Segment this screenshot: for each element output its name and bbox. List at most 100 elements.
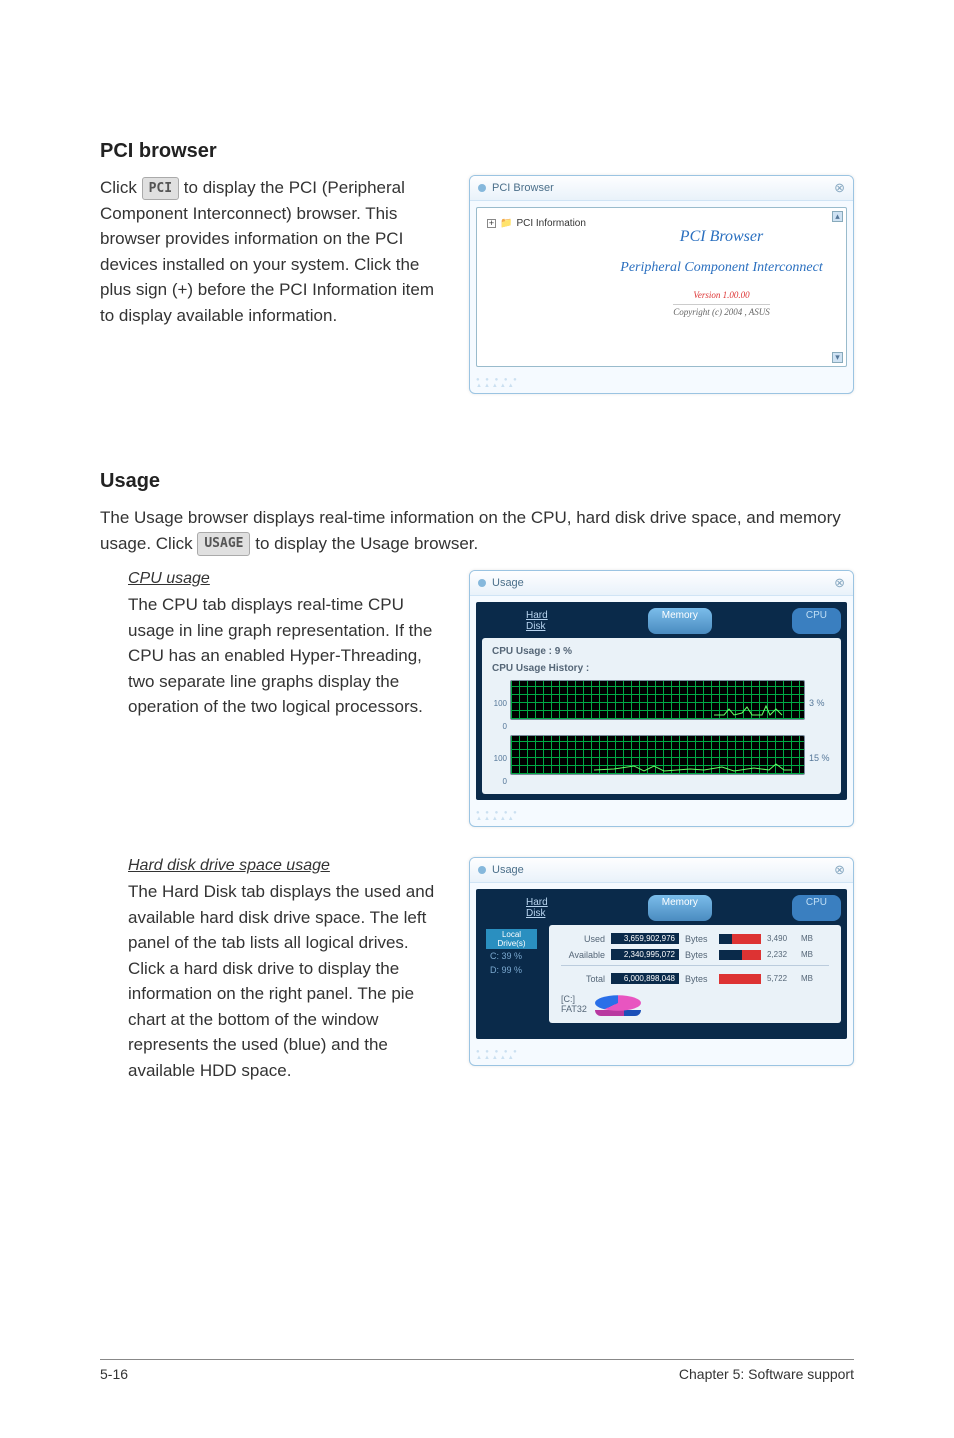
wave-icon <box>714 703 784 717</box>
close-icon[interactable]: ⊗ <box>834 180 845 196</box>
pci-window-body: ▴ ▾ + 📁 PCI Information PCI Browser Peri… <box>476 207 847 367</box>
pci-window-titlebar: PCI Browser ⊗ <box>470 176 853 201</box>
folder-icon: 📁 <box>500 218 512 229</box>
hdd-subhead: Hard disk drive space usage <box>128 857 449 875</box>
cpu-pct-2: 15 % <box>805 753 831 763</box>
chapter-label: Chapter 5: Software support <box>679 1366 854 1382</box>
cpu-screenshot-col: Usage ⊗ Hard Disk Memory CPU CPU Usage :… <box>469 570 854 827</box>
pci-body-para: Click PCI to display the PCI (Peripheral… <box>100 175 449 328</box>
tab-harddisk[interactable]: Hard Disk <box>512 608 568 634</box>
window-icon <box>478 184 486 192</box>
cpu-text-col: CPU usage The CPU tab displays real-time… <box>100 570 449 827</box>
hdd-window: Usage ⊗ Hard Disk Memory CPU Local Drive… <box>469 857 854 1066</box>
close-icon[interactable]: ⊗ <box>834 862 845 878</box>
pci-inline-button[interactable]: PCI <box>142 177 179 201</box>
close-icon[interactable]: ⊗ <box>834 575 845 591</box>
scroll-up-icon[interactable]: ▴ <box>832 211 843 222</box>
usage-heading: Usage <box>100 470 854 493</box>
cpu-graph-row-1: 100 3 % <box>492 680 831 726</box>
window-footer-dots: ● ● ● ● ●▲▲▲▲▲ <box>470 806 853 826</box>
pci-row: Click PCI to display the PCI (Peripheral… <box>100 175 854 394</box>
total-bar <box>719 974 761 984</box>
pci-version: Version 1.00.00 <box>607 290 836 300</box>
hdd-body: The Hard Disk tab displays the used and … <box>128 879 449 1083</box>
used-label: Used <box>561 934 605 944</box>
pci-tree-root[interactable]: + 📁 PCI Information <box>487 218 607 229</box>
pci-main-panel: PCI Browser Peripheral Component Interco… <box>607 218 836 356</box>
usage-inline-button[interactable]: USAGE <box>197 532 250 556</box>
used-bytes: 3,659,902,976 <box>611 933 679 944</box>
total-label: Total <box>561 974 605 984</box>
tab-memory[interactable]: Memory <box>648 895 712 921</box>
cpu-pct-1: 3 % <box>805 698 831 708</box>
pci-copyright: Copyright (c) 2004 , ASUS <box>673 304 770 317</box>
tab-cpu[interactable]: CPU <box>792 895 841 921</box>
pci-tree-sidebar: + 📁 PCI Information <box>487 218 607 356</box>
scroll-down-icon[interactable]: ▾ <box>832 352 843 363</box>
pci-window: PCI Browser ⊗ ▴ ▾ + 📁 PCI Information PC… <box>469 175 854 394</box>
pci-tree-label: PCI Information <box>516 218 585 229</box>
pie-fs: FAT32 <box>561 1004 587 1014</box>
tab-memory[interactable]: Memory <box>648 608 712 634</box>
used-bar <box>719 934 761 944</box>
wave-icon <box>594 758 794 772</box>
cpu-window-title: Usage <box>492 577 524 589</box>
pci-heading: PCI browser <box>100 140 854 163</box>
drive-list-header: Local Drive(s) <box>486 929 537 949</box>
pie-side <box>595 1010 641 1016</box>
usage-intro-2: to display the Usage browser. <box>255 534 478 553</box>
used-bytes-unit: Bytes <box>685 934 713 944</box>
tab-harddisk[interactable]: Hard Disk <box>512 895 568 921</box>
cpu-body: The CPU tab displays real-time CPU usage… <box>128 592 449 720</box>
total-mb: 5,722 <box>767 974 795 983</box>
drive-d[interactable]: D: 99 % <box>486 963 537 977</box>
pie-row: [C:] FAT32 <box>561 989 829 1019</box>
total-bytes-unit: Bytes <box>685 974 713 984</box>
tab-cpu[interactable]: CPU <box>792 608 841 634</box>
expand-icon[interactable]: + <box>487 219 496 228</box>
click-word: Click <box>100 178 137 197</box>
total-bar-fill <box>719 974 761 984</box>
used-mb-unit: MB <box>801 934 829 943</box>
pci-window-title: PCI Browser <box>492 182 554 194</box>
pci-text-col: Click PCI to display the PCI (Peripheral… <box>100 175 449 394</box>
cpu-history-label: CPU Usage History : <box>492 663 831 674</box>
avail-label: Available <box>561 950 605 960</box>
axis-top-2: 100 <box>492 754 510 763</box>
pci-splash-title: PCI Browser <box>607 228 836 246</box>
usage-intro: The Usage browser displays real-time inf… <box>100 505 854 556</box>
used-mb: 3,490 <box>767 934 795 943</box>
row-total: Total 6,000,898,048 Bytes 5,722 MB <box>561 973 829 984</box>
drive-c[interactable]: C: 39 % <box>486 949 537 963</box>
window-icon <box>478 579 486 587</box>
axis-bot-row-2: 0 <box>492 777 831 786</box>
cpu-graph-2 <box>510 735 805 775</box>
avail-bar <box>719 950 761 960</box>
pie-drive: [C:] <box>561 994 587 1004</box>
row-available: Available 2,340,995,072 Bytes 2,232 MB <box>561 949 829 960</box>
pie-chart <box>595 989 641 1019</box>
hdd-window-titlebar: Usage ⊗ <box>470 858 853 883</box>
hdd-screenshot-col: Usage ⊗ Hard Disk Memory CPU Local Drive… <box>469 857 854 1091</box>
cpu-inner-panel: CPU Usage : 9 % CPU Usage History : 100 … <box>482 638 841 794</box>
used-bar-fill <box>732 934 761 944</box>
axis-bot-row-1: 0 <box>492 722 831 731</box>
axis-bot-1: 0 <box>492 722 510 731</box>
page-footer: 5-16 Chapter 5: Software support <box>100 1359 854 1382</box>
window-footer-dots: ● ● ● ● ●▲▲▲▲▲ <box>470 1045 853 1065</box>
hdd-window-title: Usage <box>492 864 524 876</box>
cpu-window-body: Hard Disk Memory CPU CPU Usage : 9 % CPU… <box>476 602 847 800</box>
tabs: Hard Disk Memory CPU <box>482 895 841 921</box>
avail-bar-fill <box>742 950 761 960</box>
tabs: Hard Disk Memory CPU <box>482 608 841 634</box>
axis-bot-2: 0 <box>492 777 510 786</box>
hdd-inner-body: Local Drive(s) C: 39 % D: 99 % Used 3,65… <box>482 925 841 1023</box>
hdd-text-col: Hard disk drive space usage The Hard Dis… <box>100 857 449 1091</box>
axis-top-1: 100 <box>492 699 510 708</box>
avail-mb: 2,232 <box>767 950 795 959</box>
window-footer-dots: ● ● ● ● ●▲▲▲▲▲ <box>470 373 853 393</box>
avail-bytes-unit: Bytes <box>685 950 713 960</box>
cpu-usage-value: CPU Usage : 9 % <box>492 646 831 657</box>
cpu-graph-1 <box>510 680 805 720</box>
avail-mb-unit: MB <box>801 950 829 959</box>
